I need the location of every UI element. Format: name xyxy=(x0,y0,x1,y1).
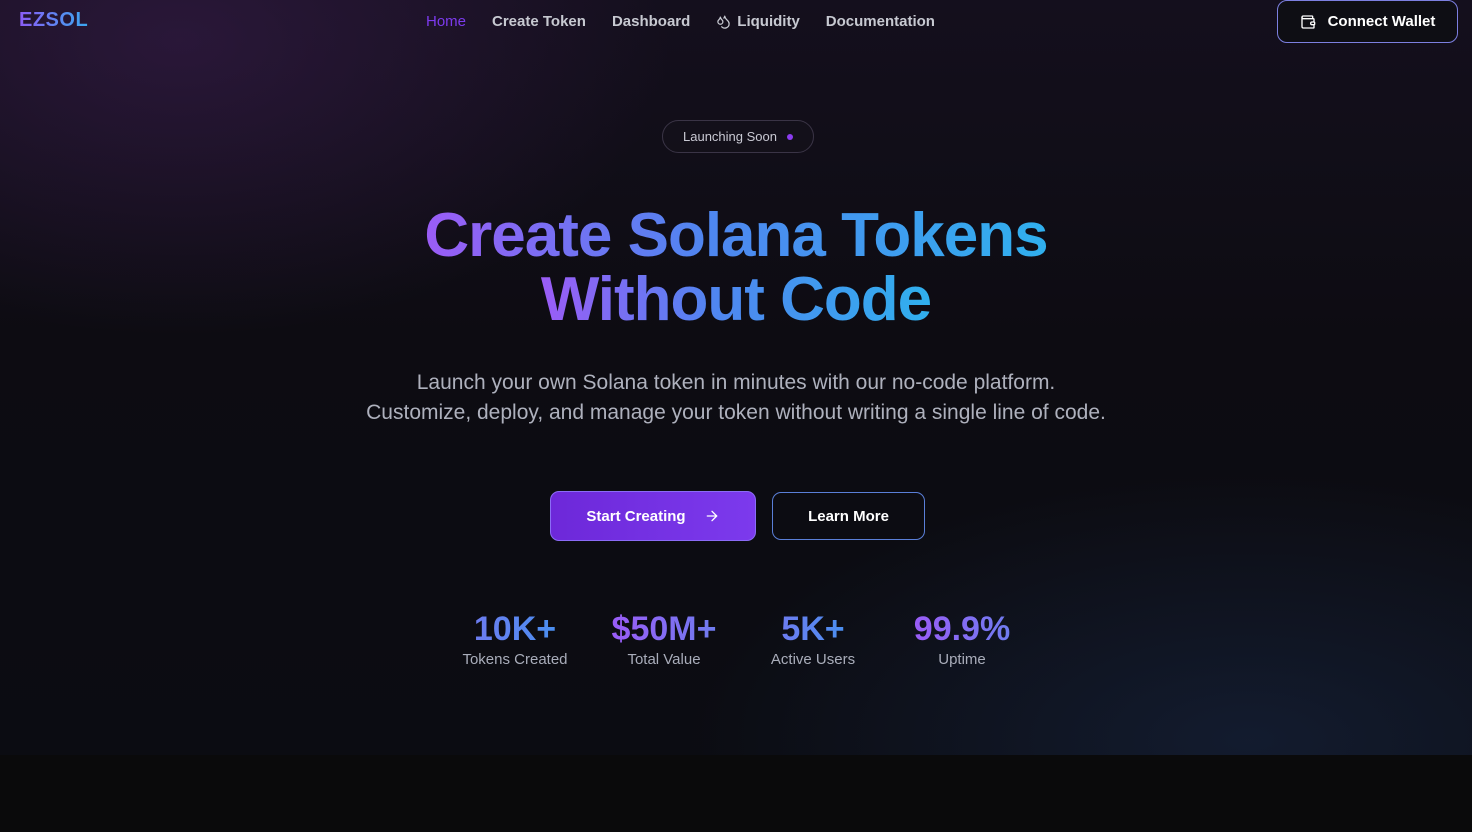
page: EZSOL Home Create Token Dashboard Liquid… xyxy=(0,0,1472,832)
stats-row: 10K+ Tokens Created $50M+ Total Value 5K… xyxy=(440,610,1040,670)
stat-value: 99.9% xyxy=(913,610,1011,648)
stat-value: 10K+ xyxy=(473,610,557,648)
start-creating-label: Start Creating xyxy=(586,507,686,525)
stat-label: Tokens Created xyxy=(462,651,568,668)
stat-label: Total Value xyxy=(627,651,701,668)
badge-label: Launching Soon xyxy=(683,129,777,144)
stat-item: 5K+ Active Users xyxy=(738,610,888,668)
stat-item: 10K+ Tokens Created xyxy=(440,610,590,668)
logo[interactable]: EZSOL xyxy=(19,9,88,32)
nav-link-documentation[interactable]: Documentation xyxy=(826,13,935,30)
learn-more-label: Learn More xyxy=(808,507,889,525)
nav-link-label: Create Token xyxy=(492,13,586,30)
stat-value: $50M+ xyxy=(611,610,717,648)
stat-value: 5K+ xyxy=(781,610,845,648)
nav-link-label: Documentation xyxy=(825,13,935,30)
nav-link-home[interactable]: Home xyxy=(426,13,466,30)
arrow-right-icon xyxy=(706,510,717,522)
hero-subtitle: Launch your own Solana token in minutes … xyxy=(366,371,1106,424)
wallet-icon xyxy=(1300,14,1315,29)
stat-item: $50M+ Total Value xyxy=(589,610,739,668)
learn-more-button[interactable]: Learn More xyxy=(772,492,925,540)
headline-line-2: Without Code xyxy=(540,265,932,334)
nav-link-create-token[interactable]: Create Token xyxy=(492,13,586,30)
connect-wallet-label: Connect Wallet xyxy=(1327,13,1436,30)
nav-link-label: Dashboard xyxy=(611,13,691,30)
nav-link-liquidity[interactable]: Liquidity xyxy=(716,13,800,30)
droplets-icon xyxy=(717,15,731,29)
headline-line-1: Create Solana Tokens xyxy=(424,201,1048,270)
stat-label: Uptime xyxy=(938,651,986,668)
status-dot-icon xyxy=(786,133,793,140)
stat-item: 99.9% Uptime xyxy=(887,610,1037,668)
nav-link-label: Liquidity xyxy=(737,13,800,30)
nav-links: Home Create Token Dashboard Liquidity Do… xyxy=(426,13,935,30)
start-creating-button[interactable]: Start Creating xyxy=(550,491,756,541)
connect-wallet-button[interactable]: Connect Wallet xyxy=(1277,0,1458,43)
nav-link-label: Home xyxy=(426,13,467,30)
status-badge: Launching Soon xyxy=(662,120,814,153)
top-nav: EZSOL Home Create Token Dashboard Liquid… xyxy=(0,0,1472,44)
nav-link-dashboard[interactable]: Dashboard xyxy=(612,13,690,30)
stat-label: Active Users xyxy=(770,651,856,668)
hero-headline: Create Solana Tokens Without Code xyxy=(336,204,1136,332)
page-bottom xyxy=(0,755,1472,832)
